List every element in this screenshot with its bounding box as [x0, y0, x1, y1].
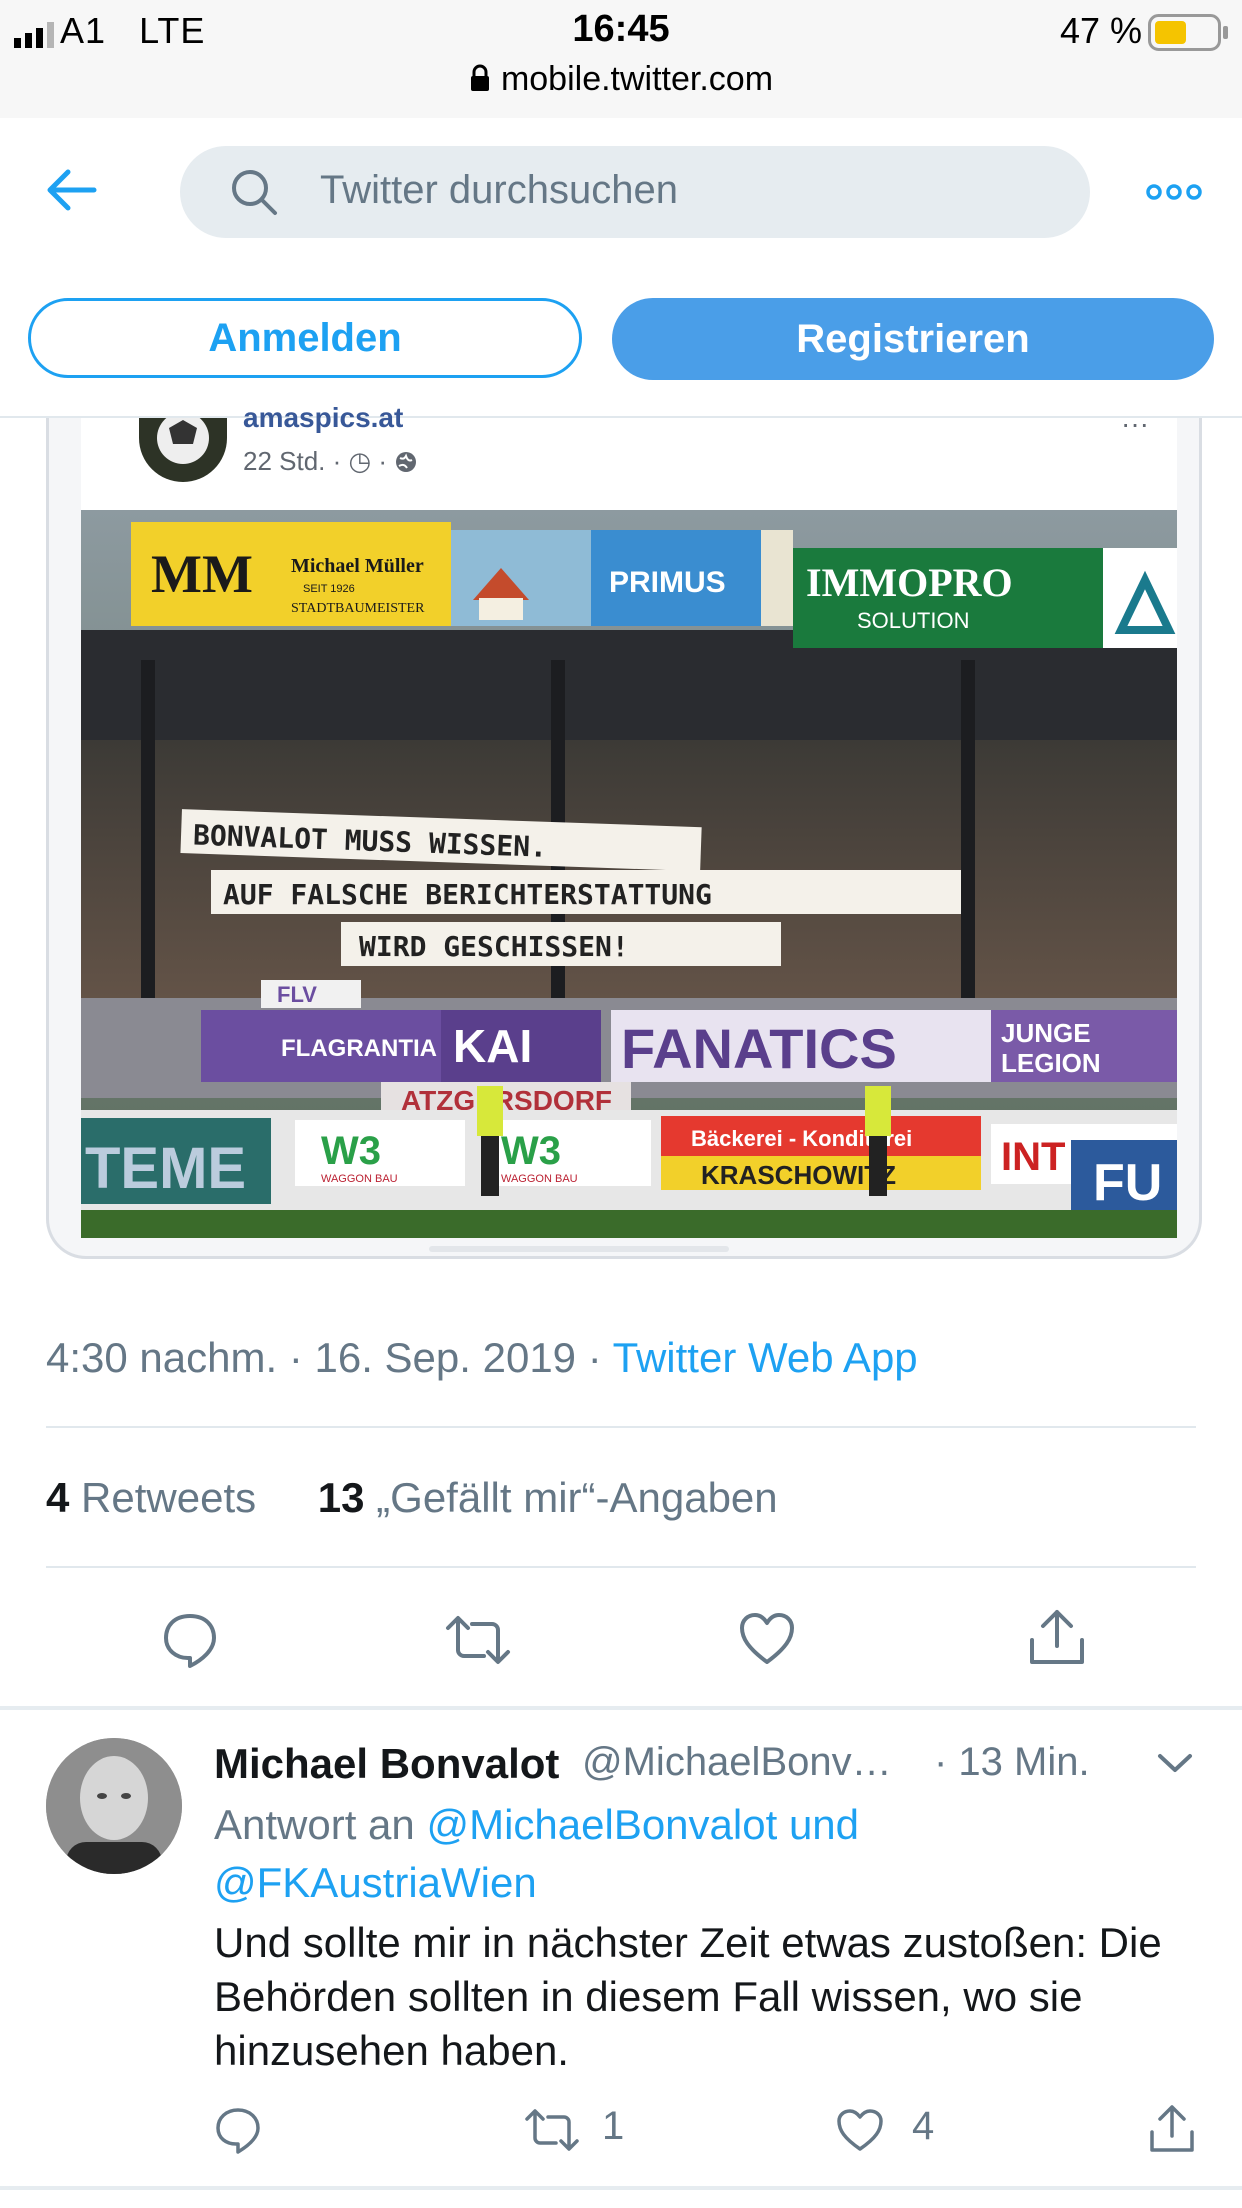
svg-text:INT: INT — [1001, 1135, 1065, 1179]
reply-author-handle[interactable]: @MichaelBonv… — [582, 1740, 892, 1785]
likes-stat[interactable]: 13 „Gefällt mir“-Angaben — [318, 1474, 778, 1521]
svg-text:IMMOPRO: IMMOPRO — [806, 560, 1013, 605]
svg-text:FU: FU — [1093, 1154, 1162, 1212]
reply-text: Und sollte mir in nächster Zeit etwas zu… — [214, 1919, 1162, 2074]
svg-text:MM: MM — [151, 544, 253, 604]
reply-author-name[interactable]: Michael Bonvalot — [214, 1740, 559, 1788]
embedded-post-meta: 22 Std. · ◷ · — [243, 446, 418, 477]
retweet-icon[interactable] — [444, 1614, 512, 1666]
reply-action-bar: 1 4 — [0, 2100, 1242, 2160]
reply-timestamp[interactable]: · 13 Min. — [934, 1740, 1090, 1785]
svg-text:AUF FALSCHE BERICHTERSTATTUNG: AUF FALSCHE BERICHTERSTATTUNG — [223, 878, 712, 911]
tweet-stats: 4 Retweets 13 „Gefällt mir“-Angaben — [46, 1474, 778, 1522]
tweet-source-link[interactable]: Twitter Web App — [613, 1334, 918, 1381]
svg-text:FANATICS: FANATICS — [621, 1017, 897, 1080]
svg-text:STADTBAUMEISTER: STADTBAUMEISTER — [291, 601, 425, 616]
svg-text:FLV: FLV — [277, 982, 317, 1007]
clock: 16:45 — [572, 8, 670, 50]
scroll-indicator — [429, 1246, 729, 1252]
share-icon[interactable] — [1028, 1608, 1086, 1668]
tweet-time: 4:30 nachm. — [46, 1334, 278, 1381]
svg-text:W3: W3 — [501, 1129, 561, 1173]
mention-michaelbonvalot[interactable]: @MichaelBonvalot — [426, 1801, 777, 1848]
share-icon[interactable] — [1148, 2104, 1196, 2154]
lock-icon — [470, 64, 489, 91]
tweet-timestamp-line: 4:30 nachm. · 16. Sep. 2019 · Twitter We… — [46, 1334, 918, 1381]
reply-retweet-count: 1 — [602, 2104, 625, 2148]
register-button[interactable]: Registrieren — [612, 298, 1214, 380]
login-button[interactable]: Anmelden — [28, 298, 582, 378]
reply-icon[interactable] — [160, 1610, 220, 1670]
svg-text:LEGION: LEGION — [1001, 1048, 1101, 1078]
embedded-more-icon[interactable]: ··· — [1121, 408, 1149, 440]
reply-icon[interactable] — [214, 2106, 262, 2154]
reply-author-avatar[interactable] — [46, 1738, 182, 1874]
chevron-down-icon[interactable] — [1156, 1752, 1194, 1776]
svg-text:JUNGE: JUNGE — [1001, 1018, 1091, 1048]
svg-text:KAI: KAI — [453, 1020, 532, 1072]
retweets-stat[interactable]: 4 Retweets — [46, 1474, 256, 1521]
svg-text:WAGGON BAU: WAGGON BAU — [321, 1173, 398, 1185]
stadium-photo-image: MM Michael Müller SEIT 1926 STADTBAUMEIS… — [81, 510, 1177, 1238]
section-divider — [0, 2186, 1242, 2190]
reply-like-count: 4 — [912, 2104, 935, 2148]
search-icon — [232, 170, 277, 215]
divider — [46, 1566, 1196, 1568]
stadium-photo[interactable]: MM Michael Müller SEIT 1926 STADTBAUMEIS… — [81, 510, 1177, 1238]
search-input[interactable]: Twitter durchsuchen — [320, 168, 678, 213]
battery-icon — [1148, 14, 1228, 51]
mention-fkaustriawien[interactable]: @FKAustriaWien — [214, 1859, 537, 1906]
status-bar: A1 LTE 16:45 47 % mobile.twitter.com — [0, 0, 1242, 119]
svg-text:SOLUTION: SOLUTION — [857, 608, 969, 633]
battery-percent: 47 % — [1059, 10, 1142, 51]
url-text: mobile.twitter.com — [500, 60, 774, 98]
search-bar[interactable]: Twitter durchsuchen — [180, 146, 1090, 238]
globe-icon — [396, 452, 417, 472]
tweet-action-bar — [0, 1606, 1242, 1676]
like-icon[interactable] — [738, 1612, 796, 1666]
svg-text:KRASCHOWITZ: KRASCHOWITZ — [701, 1160, 896, 1190]
like-icon[interactable] — [836, 2108, 884, 2152]
svg-text:W3: W3 — [321, 1129, 381, 1173]
svg-text:Michael Müller: Michael Müller — [291, 555, 424, 577]
svg-text:WIRD GESCHISSEN!: WIRD GESCHISSEN! — [359, 930, 629, 963]
more-options-icon[interactable] — [1146, 182, 1202, 202]
embedded-author-avatar — [139, 418, 227, 482]
svg-text:WAGGON BAU: WAGGON BAU — [501, 1173, 578, 1185]
retweet-icon[interactable] — [524, 2108, 580, 2152]
svg-text:PRIMUS: PRIMUS — [609, 566, 726, 599]
section-divider — [0, 1706, 1242, 1710]
embedded-post-card[interactable]: amaspics.at 22 Std. · ◷ · ··· MM Michael… — [46, 402, 1202, 1259]
divider — [46, 1426, 1196, 1428]
tweet-date[interactable]: 16. Sep. 2019 — [314, 1334, 576, 1381]
svg-text:FLAGRANTIA: FLAGRANTIA — [281, 1035, 437, 1062]
svg-text:SEIT 1926: SEIT 1926 — [303, 583, 355, 595]
embedded-post-inner: amaspics.at 22 Std. · ◷ · ··· MM Michael… — [81, 402, 1177, 1238]
embedded-author-name: amaspics.at — [243, 402, 404, 433]
address-bar[interactable]: mobile.twitter.com — [0, 60, 1242, 99]
back-arrow-icon[interactable] — [46, 168, 98, 212]
reply-context: Antwort an @MichaelBonvalot und @FKAustr… — [214, 1801, 860, 1906]
svg-text:TEME: TEME — [85, 1136, 246, 1201]
